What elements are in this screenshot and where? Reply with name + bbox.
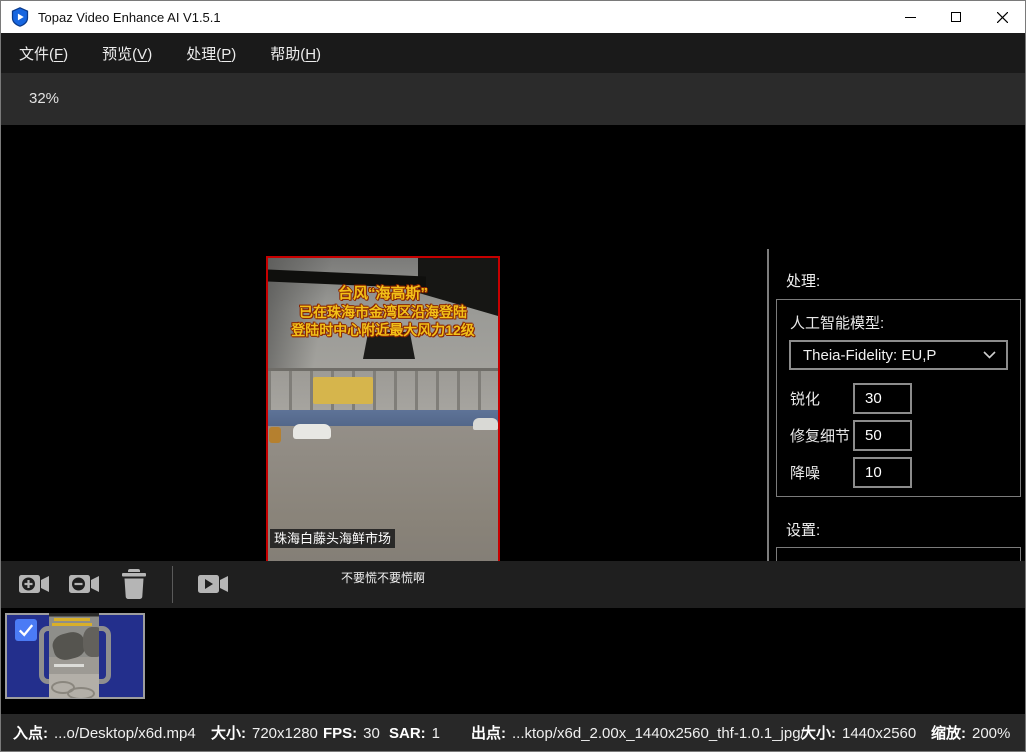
main-area: 台风“海高斯” 已在珠海市金湾区沿海登陆 登陆时中心附近最大风力12级 珠海白藤… [1,125,1025,561]
chevron-down-icon [983,351,996,359]
denoise-label: 降噪 [790,462,820,483]
status-bar: 入点:...o/Desktop/x6d.mp4 大小:720x1280 FPS:… [1,714,1025,752]
zoom-level-label: 32% [29,90,59,107]
status-output-file: 出点:...ktop/x6d_2.00x_1440x2560_thf-1.0.1… [471,714,805,752]
location-tag: 珠海白藤头海鲜市场 [270,529,395,548]
ai-model-dropdown[interactable]: Theia-Fidelity: EU,P [789,340,1008,370]
title-bar: Topaz Video Enhance AI V1.5.1 [1,1,1025,33]
trash-icon [121,569,147,599]
menu-process[interactable]: 处理(P) [182,41,240,66]
menu-file[interactable]: 文件(F) [15,41,72,66]
caption-line-1: 台风“海高斯” [268,285,498,303]
clip-list [1,608,1025,714]
ai-model-label: 人工智能模型: [790,312,884,333]
ai-model-value: Theia-Fidelity: EU,P [791,347,983,364]
caption-line-3: 登陆时中心附近最大风力12级 [268,321,498,339]
status-input-size: 大小:720x1280 [211,714,318,752]
close-button[interactable] [979,1,1025,33]
clip-preview-image [49,613,99,698]
video-caption-block: 台风“海高斯” 已在珠海市金湾区沿海登陆 登陆时中心附近最大风力12级 [268,285,498,339]
minimize-button[interactable] [887,1,933,33]
window-controls [887,1,1025,33]
video-billboard [313,377,373,404]
sharpen-label: 锐化 [790,388,820,409]
toolbar-divider [172,566,173,603]
sharpen-input[interactable] [855,385,910,412]
menu-preview[interactable]: 预览(V) [98,41,156,66]
processing-section-title: 处理: [786,270,820,291]
check-icon [18,623,34,637]
restore-detail-label: 修复细节 [790,425,850,446]
maximize-button[interactable] [933,1,979,33]
caption-line-2: 已在珠海市金湾区沿海登陆 [268,303,498,321]
status-sar: SAR:1 [389,714,440,752]
video-debris [269,427,281,443]
window-title: Topaz Video Enhance AI V1.5.1 [38,10,221,25]
status-scale: 缩放:200% [931,714,1010,752]
process-video-button[interactable] [198,571,229,597]
denoise-input[interactable] [855,459,910,486]
denoise-input-box [853,457,912,488]
processing-group: 人工智能模型: Theia-Fidelity: EU,P 锐化 修复细节 降噪 [776,299,1021,497]
close-icon [997,12,1008,23]
remove-video-button[interactable] [69,571,100,597]
restore-detail-input[interactable] [855,422,910,449]
add-video-button[interactable] [19,571,50,597]
playback-toolbar: 32% / 357 [ : [1,73,1025,125]
clip-toolbar [1,561,1025,608]
app-window: Topaz Video Enhance AI V1.5.1 文件(F) 预览(V… [0,0,1026,752]
delete-clip-button[interactable] [121,569,147,599]
status-fps: FPS:30 [323,714,380,752]
restore-detail-input-box [853,420,912,451]
clip-select-checkbox[interactable] [15,619,37,641]
camera-play-icon [198,571,229,597]
video-car [293,424,331,439]
app-logo-icon [10,7,30,27]
subtitle-text: 不要慌不要慌啊 [268,569,498,586]
maximize-icon [951,12,961,22]
sharpen-input-box [853,383,912,414]
clip-thumbnail[interactable] [5,613,145,699]
settings-section-title: 设置: [786,519,820,540]
menu-bar: 文件(F) 预览(V) 处理(P) 帮助(H) [1,33,1025,73]
status-input-file: 入点:...o/Desktop/x6d.mp4 [13,714,196,752]
status-output-size: 大小:1440x2560 [801,714,916,752]
menu-help[interactable]: 帮助(H) [266,41,325,66]
camera-minus-icon [69,571,100,597]
video-car [473,418,498,430]
minimize-icon [905,17,916,18]
video-bridge [268,368,498,410]
camera-plus-icon [19,571,50,597]
